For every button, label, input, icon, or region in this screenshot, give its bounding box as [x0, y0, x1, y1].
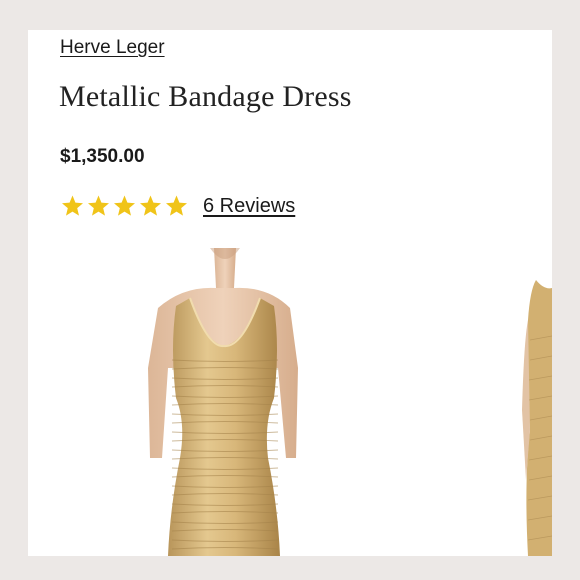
star-icon — [140, 195, 161, 216]
star-icon — [88, 195, 109, 216]
product-photo-alternate[interactable] — [522, 280, 552, 556]
product-price: $1,350.00 — [60, 146, 145, 167]
product-photo-main[interactable] — [128, 248, 318, 556]
product-card: Herve Leger Metallic Bandage Dress $1,35… — [28, 30, 552, 556]
rating: 6 Reviews — [60, 194, 295, 218]
brand-link[interactable]: Herve Leger — [60, 37, 165, 59]
star-rating — [60, 194, 189, 218]
star-icon — [166, 195, 187, 216]
star-icon — [114, 195, 135, 216]
reviews-link[interactable]: 6 Reviews — [203, 195, 295, 218]
star-icon — [62, 195, 83, 216]
product-title: Metallic Bandage Dress — [59, 80, 352, 113]
